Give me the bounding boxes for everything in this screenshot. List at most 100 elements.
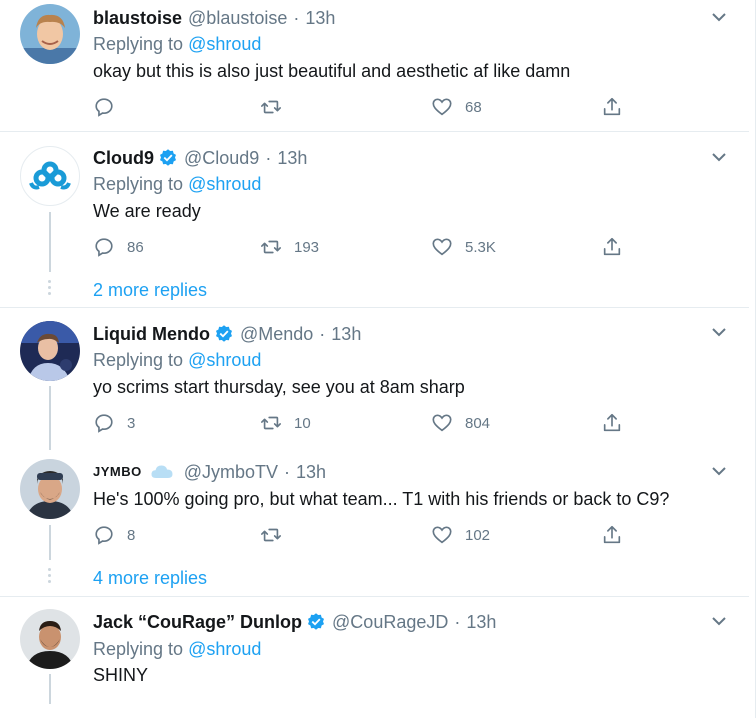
tweet-header: Cloud9 @Cloud9 · 13h [93, 147, 307, 169]
share-button[interactable] [601, 234, 623, 260]
reply-button[interactable] [93, 94, 127, 120]
verified-badge-icon [214, 324, 234, 344]
reply-thread: blaustoise @blaustoise · 13h Replying to… [0, 0, 756, 718]
avatar-jymbo[interactable] [20, 459, 80, 519]
like-count: 5.3K [465, 238, 496, 256]
like-count: 102 [465, 526, 491, 544]
verified-badge-icon [158, 148, 178, 168]
replying-to: Replying to @shroud [93, 349, 261, 371]
replying-to-link[interactable]: @shroud [188, 350, 261, 370]
retweet-button[interactable] [260, 94, 294, 120]
reply-count: 8 [127, 526, 136, 544]
replying-to-label: Replying to [93, 639, 184, 659]
tweet-header: Jack “CouRage” Dunlop @CouRageJD · 13h [93, 611, 496, 633]
like-count: 804 [465, 414, 491, 432]
share-icon [601, 524, 623, 546]
tweet-actions: 8 102 [93, 522, 633, 548]
reply-icon [93, 236, 115, 258]
share-icon [601, 236, 623, 258]
like-icon [431, 236, 453, 258]
avatar-blaustoise[interactable] [20, 4, 80, 64]
like-button[interactable]: 68 [431, 94, 482, 120]
separator: · [265, 148, 272, 168]
retweet-button[interactable]: 10 [260, 410, 311, 436]
thread-line [49, 386, 51, 450]
timestamp[interactable]: 13h [331, 323, 361, 345]
thread-line [49, 525, 51, 560]
more-replies-link[interactable]: 4 more replies [93, 567, 207, 589]
retweet-button[interactable] [260, 522, 294, 548]
timestamp[interactable]: 13h [305, 7, 335, 29]
display-name[interactable]: Liquid Mendo [93, 323, 210, 345]
tweet-header: blaustoise @blaustoise · 13h [93, 7, 335, 29]
replying-to-link[interactable]: @shroud [188, 174, 261, 194]
separator: · [319, 324, 326, 344]
tweet-text: yo scrims start thursday, see you at 8am… [93, 377, 465, 397]
replying-to-link[interactable]: @shroud [188, 639, 261, 659]
handle[interactable]: @Mendo [240, 323, 313, 345]
tweet-separator [0, 596, 749, 597]
display-name[interactable]: JYMBO [93, 461, 142, 483]
timestamp[interactable]: 13h [296, 461, 326, 483]
display-name[interactable]: blaustoise [93, 7, 182, 29]
tweet-text: okay but this is also just beautiful and… [93, 61, 571, 81]
separator: · [454, 612, 461, 632]
chevron-down-icon[interactable] [709, 147, 729, 167]
thread-dots [48, 280, 52, 298]
chevron-down-icon[interactable] [709, 611, 729, 631]
like-button[interactable]: 5.3K [431, 234, 496, 260]
separator: · [293, 8, 300, 28]
thread-line [49, 212, 51, 272]
tweet-actions: 86 193 5.3K [93, 234, 633, 260]
replying-to-link[interactable]: @shroud [188, 34, 261, 54]
more-replies-link[interactable]: 2 more replies [93, 279, 207, 301]
avatar-courage[interactable] [20, 609, 80, 669]
retweet-icon [260, 412, 282, 434]
tweet-header: JYMBO @JymboTV · 13h [93, 461, 326, 483]
tweet-header: Liquid Mendo @Mendo · 13h [93, 323, 361, 345]
reply-button[interactable]: 86 [93, 234, 144, 260]
avatar-liquid-mendo[interactable] [20, 321, 80, 381]
chevron-down-icon[interactable] [709, 322, 729, 342]
like-icon [431, 96, 453, 118]
like-icon [431, 524, 453, 546]
handle[interactable]: @CouRageJD [332, 611, 448, 633]
reply-button[interactable]: 8 [93, 522, 135, 548]
handle[interactable]: @JymboTV [184, 461, 278, 483]
timestamp[interactable]: 13h [466, 611, 496, 633]
retweet-icon [260, 236, 282, 258]
replying-to-label: Replying to [93, 174, 184, 194]
reply-icon [93, 96, 115, 118]
like-button[interactable]: 102 [431, 522, 490, 548]
handle[interactable]: @Cloud9 [184, 147, 259, 169]
timestamp[interactable]: 13h [277, 147, 307, 169]
tweet-separator [0, 131, 749, 132]
share-icon [601, 96, 623, 118]
retweet-icon [260, 524, 282, 546]
display-name[interactable]: Jack “CouRage” Dunlop [93, 611, 302, 633]
like-button[interactable]: 804 [431, 410, 490, 436]
reply-button[interactable]: 3 [93, 410, 135, 436]
retweet-icon [260, 96, 282, 118]
display-name[interactable]: Cloud9 [93, 147, 154, 169]
share-icon [601, 412, 623, 434]
reply-count: 3 [127, 414, 136, 432]
avatar-cloud9[interactable] [20, 146, 80, 206]
thread-line [49, 674, 51, 704]
chevron-down-icon[interactable] [709, 7, 729, 27]
share-button[interactable] [601, 410, 623, 436]
tweet-separator [0, 307, 749, 308]
thread-dots [48, 568, 52, 586]
retweet-button[interactable]: 193 [260, 234, 319, 260]
share-button[interactable] [601, 522, 623, 548]
handle[interactable]: @blaustoise [188, 7, 287, 29]
tweet-text: We are ready [93, 201, 201, 221]
replying-to: Replying to @shroud [93, 173, 261, 195]
tweet-text: SHINY [93, 665, 149, 685]
like-count: 68 [465, 98, 482, 116]
share-button[interactable] [601, 94, 623, 120]
separator: · [284, 462, 291, 482]
chevron-down-icon[interactable] [709, 461, 729, 481]
cloud-emoji-icon [150, 463, 174, 481]
like-icon [431, 412, 453, 434]
